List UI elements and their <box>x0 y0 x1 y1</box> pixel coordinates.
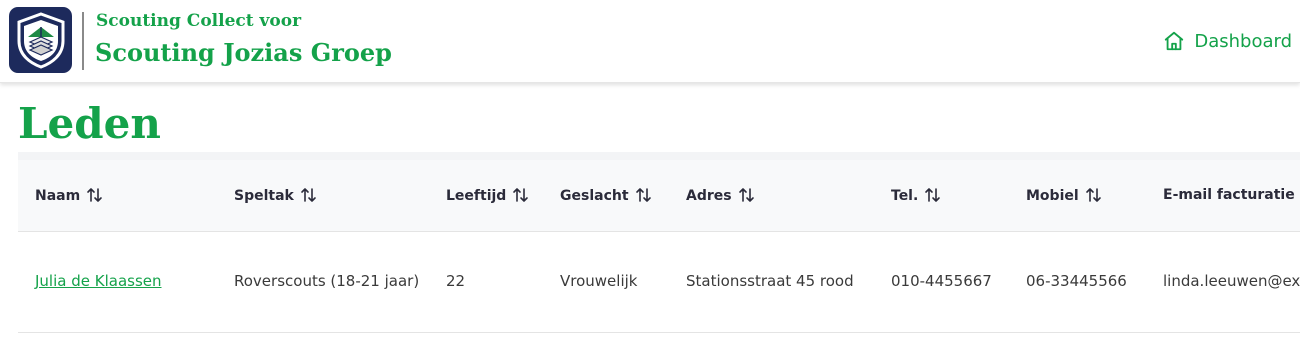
column-header-leeftijd[interactable]: Leeftijd <box>429 156 543 231</box>
sort-arrows-icon[interactable] <box>635 187 652 203</box>
logo[interactable] <box>9 7 72 73</box>
cell-geslacht: Vrouwelijk <box>560 272 638 290</box>
members-table: Naam Speltak Leeftijd Geslacht Adres Tel… <box>18 152 1300 333</box>
cell-naam: Julia de Klaassen <box>18 231 217 332</box>
page-title: Leden <box>18 99 161 148</box>
table-header-row: Naam Speltak Leeftijd Geslacht Adres Tel… <box>18 156 1300 231</box>
dashboard-link[interactable]: Dashboard <box>1163 30 1292 52</box>
column-header-tel[interactable]: Tel. <box>874 156 1009 231</box>
shield-tent-icon <box>17 12 64 69</box>
sort-arrows-icon[interactable] <box>738 187 755 203</box>
column-header-email-facturatie[interactable]: E-mail facturatie <box>1146 156 1300 231</box>
column-header-adres[interactable]: Adres <box>669 156 874 231</box>
cell-email: linda.leeuwen@ex <box>1163 272 1300 290</box>
cell-speltak: Roverscouts (18-21 jaar) <box>234 272 420 290</box>
brand-subtitle: Scouting Collect voor <box>96 11 302 31</box>
cell-adres: Stationsstraat 45 rood <box>686 272 854 290</box>
sort-arrows-icon[interactable] <box>924 187 941 203</box>
top-bar: Scouting Collect voor Scouting Jozias Gr… <box>0 0 1300 83</box>
cell-leeftijd: 22 <box>446 272 466 290</box>
cell-tel: 010-4455667 <box>891 272 992 290</box>
sort-arrows-icon[interactable] <box>512 187 529 203</box>
sort-arrows-icon[interactable] <box>300 187 317 203</box>
column-header-speltak[interactable]: Speltak <box>217 156 429 231</box>
members-table-container[interactable]: Naam Speltak Leeftijd Geslacht Adres Tel… <box>18 152 1300 337</box>
brand-title[interactable]: Scouting Jozias Groep <box>95 38 392 67</box>
table-row[interactable]: Julia de Klaassen Roverscouts (18-21 jaa… <box>18 231 1300 332</box>
dashboard-label: Dashboard <box>1194 30 1292 52</box>
column-header-geslacht[interactable]: Geslacht <box>543 156 669 231</box>
sort-arrows-icon[interactable] <box>1085 187 1102 203</box>
sort-arrows-icon[interactable] <box>86 187 103 203</box>
header-divider <box>82 12 84 70</box>
home-icon <box>1165 31 1184 51</box>
cell-mobiel: 06-33445566 <box>1026 272 1127 290</box>
column-header-mobiel[interactable]: Mobiel <box>1009 156 1146 231</box>
member-name-link[interactable]: Julia de Klaassen <box>35 272 162 290</box>
column-header-naam[interactable]: Naam <box>18 156 217 231</box>
